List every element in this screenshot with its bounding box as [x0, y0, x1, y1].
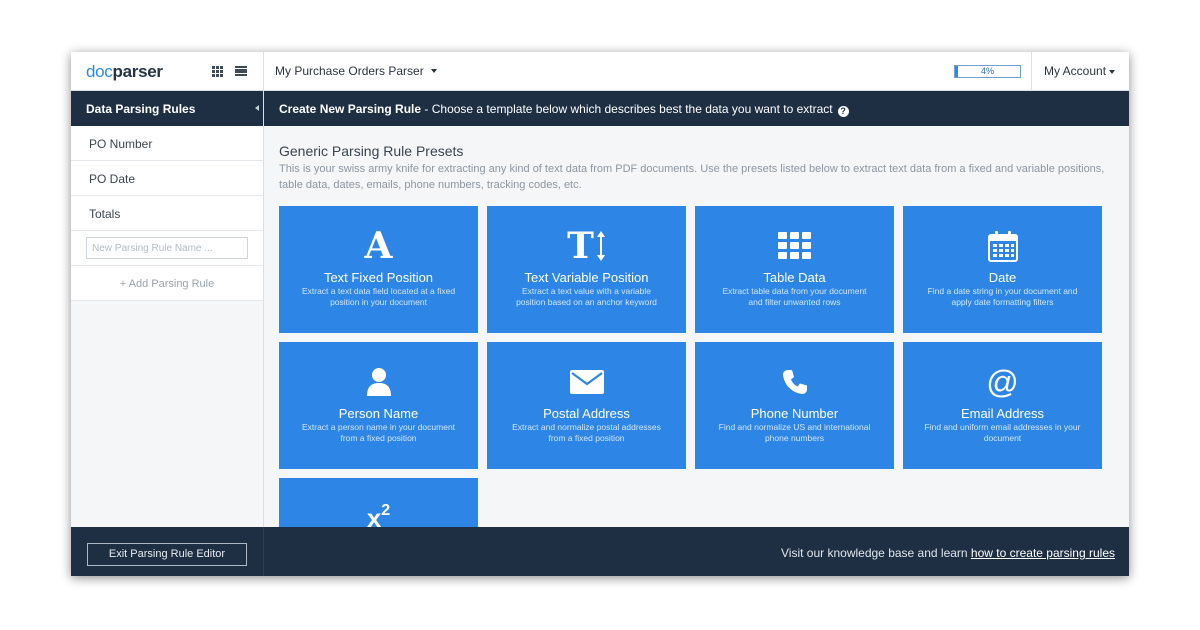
- preset-card-math[interactable]: x2: [279, 478, 478, 527]
- at-sign-icon: @: [986, 364, 1019, 400]
- card-description: Find and normalize US and international …: [718, 422, 871, 443]
- caret-down-icon: [1109, 70, 1115, 74]
- top-bar: docparser My Purchase Orders Parser 4% M…: [71, 52, 1129, 91]
- card-title: Phone Number: [750, 406, 839, 421]
- card-title: Text Variable Position: [524, 270, 649, 285]
- grid-view-icon[interactable]: [212, 66, 223, 77]
- main-footer: Visit our knowledge base and learn how t…: [264, 527, 1129, 576]
- main-header: Create New Parsing Rule - Choose a templ…: [264, 91, 1129, 126]
- card-description: Extract a text value with a variable pos…: [516, 286, 657, 307]
- card-title: Email Address: [960, 406, 1045, 421]
- card-title: Text Fixed Position: [323, 270, 434, 285]
- presets-content: Generic Parsing Rule Presets This is you…: [264, 126, 1129, 527]
- exit-parsing-rule-editor-button[interactable]: Exit Parsing Rule Editor: [87, 543, 247, 566]
- preset-card-phone-number[interactable]: Phone Number Find and normalize US and i…: [695, 342, 894, 469]
- add-parsing-rule-button[interactable]: + Add Parsing Rule: [71, 266, 263, 301]
- main-header-title: Create New Parsing Rule: [279, 102, 422, 116]
- card-title: Table Data: [763, 270, 826, 285]
- sidebar-item-po-number[interactable]: PO Number: [71, 126, 263, 161]
- sidebar-title: Data Parsing Rules: [86, 102, 196, 116]
- table-grid-icon: [695, 226, 894, 266]
- new-parsing-rule-input[interactable]: [86, 237, 248, 259]
- usage-progress-bar: 4%: [954, 65, 1021, 78]
- account-label: My Account: [1044, 64, 1107, 78]
- parser-name: My Purchase Orders Parser: [275, 64, 424, 78]
- calendar-icon: [903, 226, 1102, 266]
- app-window: docparser My Purchase Orders Parser 4% M…: [71, 52, 1129, 576]
- card-description: Find and uniform email addresses in your…: [924, 422, 1081, 443]
- card-title: Postal Address: [543, 406, 630, 421]
- preset-card-person-name[interactable]: Person Name Extract a person name in you…: [279, 342, 478, 469]
- preset-card-table-data[interactable]: Table Data Extract table data from your …: [695, 206, 894, 333]
- view-toggle: [212, 66, 247, 77]
- text-height-icon: T: [487, 226, 686, 266]
- superscript-icon: x2: [366, 502, 391, 528]
- main-header-subtitle: - Choose a template below which describe…: [421, 102, 833, 116]
- new-rule-input-row: [71, 231, 263, 266]
- sidebar-header: Data Parsing Rules: [71, 91, 263, 126]
- card-description: Extract table data from your document an…: [722, 286, 867, 307]
- card-description: Extract a person name in your document f…: [301, 422, 456, 443]
- knowledge-base-link[interactable]: how to create parsing rules: [971, 546, 1115, 560]
- sidebar-item-po-date[interactable]: PO Date: [71, 161, 263, 196]
- docparser-logo[interactable]: docparser: [86, 62, 163, 82]
- footer-text: Visit our knowledge base and learn how t…: [781, 546, 1115, 560]
- preset-card-date[interactable]: Date Find a date string in your document…: [903, 206, 1102, 333]
- letter-a-icon: A: [364, 225, 393, 267]
- card-title: Person Name: [338, 406, 419, 421]
- section-title: Generic Parsing Rule Presets: [279, 143, 464, 159]
- usage-progress-label: 4%: [980, 66, 994, 76]
- phone-icon: [695, 362, 894, 402]
- preset-card-text-fixed-position[interactable]: A Text Fixed Position Extract a text dat…: [279, 206, 478, 333]
- help-icon[interactable]: ?: [837, 106, 849, 117]
- preset-card-email-address[interactable]: @ Email Address Find and uniform email a…: [903, 342, 1102, 469]
- card-title: Date: [988, 270, 1017, 285]
- parser-selector[interactable]: My Purchase Orders Parser: [275, 64, 437, 78]
- collapse-sidebar-icon[interactable]: [255, 105, 259, 111]
- envelope-icon: [487, 362, 686, 402]
- card-description: Extract and normalize postal addresses f…: [512, 422, 661, 443]
- card-description: Extract a text data field located at a f…: [301, 286, 456, 307]
- card-description: Find a date string in your document and …: [927, 286, 1078, 307]
- sidebar: Data Parsing Rules PO Number PO Date Tot…: [71, 91, 264, 527]
- preset-card-text-variable-position[interactable]: T Text Variable Position Extract a text …: [487, 206, 686, 333]
- logo-area: docparser: [71, 52, 264, 91]
- list-view-icon[interactable]: [235, 66, 247, 76]
- preset-card-postal-address[interactable]: Postal Address Extract and normalize pos…: [487, 342, 686, 469]
- sidebar-item-totals[interactable]: Totals: [71, 196, 263, 231]
- sidebar-footer: Exit Parsing Rule Editor: [71, 527, 264, 576]
- section-description: This is your swiss army knife for extrac…: [279, 163, 1105, 191]
- account-menu[interactable]: My Account: [1031, 52, 1129, 91]
- user-icon: [279, 362, 478, 402]
- caret-down-icon: [430, 69, 437, 73]
